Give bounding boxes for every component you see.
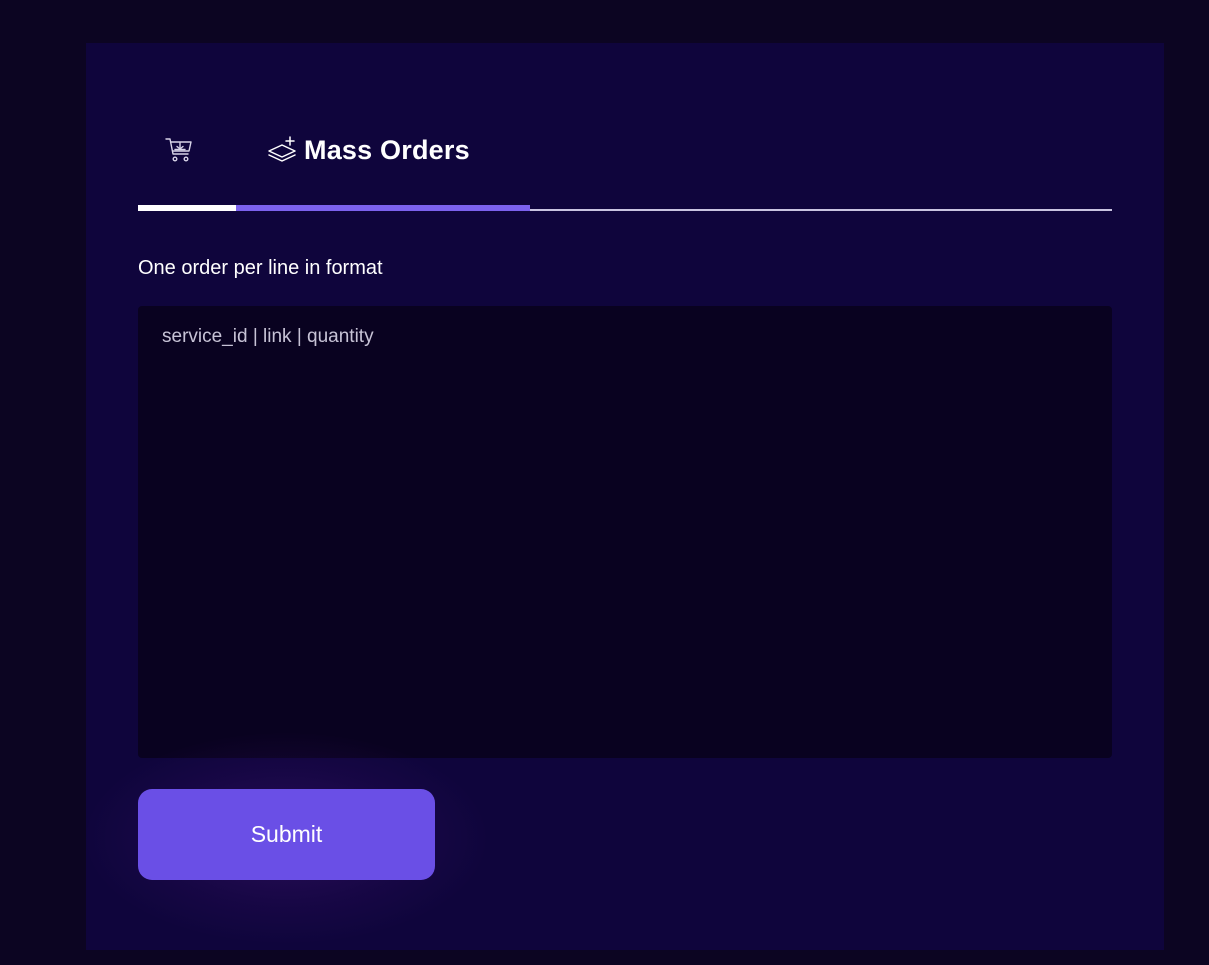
order-tabs: Mass Orders [138, 125, 1112, 211]
tab-indicator-active [236, 205, 530, 211]
orders-field-label: One order per line in format [138, 257, 383, 279]
submit-button[interactable]: Submit [138, 789, 435, 880]
screen: Mass Orders One order per line in format… [0, 0, 1209, 965]
layers-plus-icon [266, 134, 298, 166]
mass-orders-panel: Mass Orders One order per line in format… [86, 43, 1164, 950]
tab-mass-orders-label: Mass Orders [304, 134, 470, 165]
tab-mass-orders[interactable]: Mass Orders [266, 125, 470, 175]
tab-indicator-inactive [138, 205, 236, 211]
orders-textarea[interactable] [138, 306, 1112, 758]
tab-new-order[interactable] [164, 125, 204, 175]
cart-download-icon [164, 135, 194, 165]
